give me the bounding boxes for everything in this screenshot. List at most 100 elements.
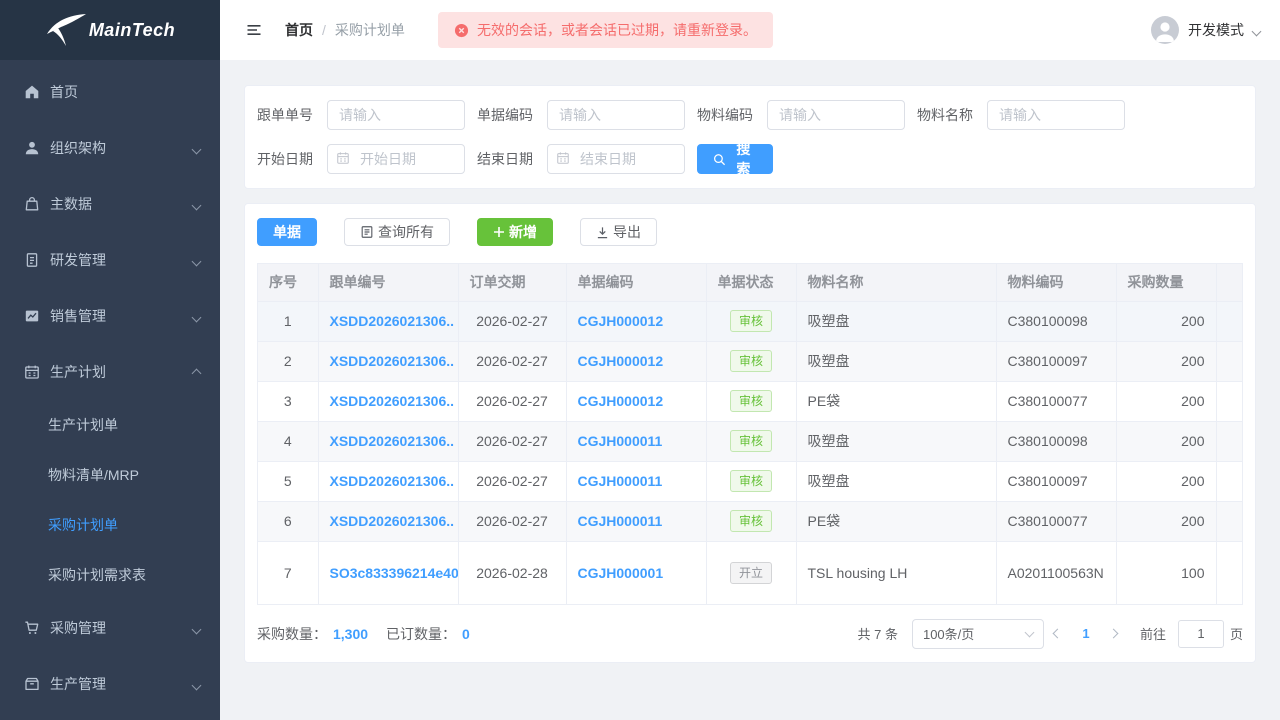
query-all-button[interactable]: 查询所有 <box>344 218 450 246</box>
doc-no-link[interactable]: CGJH000011 <box>578 473 663 489</box>
toast-message: 无效的会话，或者会话已过期，请重新登录。 <box>477 22 757 38</box>
add-button[interactable]: 新增 <box>477 218 553 246</box>
cell-material-code: C380100098 <box>996 421 1117 462</box>
doc-no-link[interactable]: CGJH000011 <box>578 433 663 449</box>
cell-seq: 2 <box>258 341 319 382</box>
cell-delivery-date: 2026-02-27 <box>458 421 567 462</box>
purchase-plan-panel: 单据 查询所有 新增 导出 序号 跟单编号 订单交期 单据编码 单据状态 物料名… <box>244 203 1256 663</box>
field-label: 开始日期 <box>257 151 313 167</box>
sidebar-item-organization[interactable]: 组织架构 <box>0 120 220 176</box>
sidebar-item-label: 生产计划 <box>50 364 106 380</box>
sidebar-subitem-label: 采购计划需求表 <box>48 567 146 583</box>
doc-no-link[interactable]: CGJH000012 <box>578 393 664 409</box>
chevron-down-icon <box>191 308 202 324</box>
order-no-link[interactable]: SO3c833396214e40 <box>330 565 458 581</box>
chevron-up-icon <box>191 364 202 380</box>
sidebar-item-label: 组织架构 <box>50 140 106 156</box>
next-page-button[interactable] <box>1100 628 1128 639</box>
doc-no-link[interactable]: CGJH000012 <box>578 313 664 329</box>
purchase-qty-label: 采购数量： <box>257 625 327 642</box>
order-no-input[interactable] <box>327 100 465 130</box>
data-table: 序号 跟单编号 订单交期 单据编码 单据状态 物料名称 物料编码 采购数量 1 … <box>257 263 1243 605</box>
sidebar-item-master-data[interactable]: 主数据 <box>0 176 220 232</box>
order-no-link[interactable]: XSDD2026021306.. <box>330 353 455 369</box>
order-no-link[interactable]: XSDD2026021306.. <box>330 393 455 409</box>
cell-extra <box>1216 501 1242 542</box>
sidebar-item-purchase-management[interactable]: 采购管理 <box>0 600 220 656</box>
table-row[interactable]: 4 XSDD2026021306.. 2026-02-27 CGJH000011… <box>258 421 1242 462</box>
user-mode-label: 开发模式 <box>1188 22 1244 38</box>
table-row[interactable]: 6 XSDD2026021306.. 2026-02-27 CGJH000011… <box>258 501 1242 542</box>
sidebar-item-production-management[interactable]: 生产管理 <box>0 656 220 712</box>
table-row[interactable]: 5 XSDD2026021306.. 2026-02-27 CGJH000011… <box>258 461 1242 502</box>
order-no-link[interactable]: XSDD2026021306.. <box>330 513 455 529</box>
search-button-label: 搜索 <box>736 141 751 177</box>
table-row[interactable]: 7 SO3c833396214e40 2026-02-28 CGJH000001… <box>258 541 1242 605</box>
prev-page-button[interactable] <box>1044 628 1072 639</box>
cell-material-code: C380100097 <box>996 341 1117 382</box>
cell-material-code: C380100097 <box>996 461 1117 502</box>
col-order-no: 跟单编号 <box>318 264 459 302</box>
doc-no-link[interactable]: CGJH000012 <box>578 353 664 369</box>
start-date-input[interactable] <box>327 144 465 174</box>
material-name-input[interactable] <box>987 100 1125 130</box>
col-delivery-date: 订单交期 <box>458 264 567 302</box>
pagination: 共 7 条 100条/页 1 前往 页 <box>858 618 1243 649</box>
doc-button[interactable]: 单据 <box>257 218 317 246</box>
col-material-code: 物料编码 <box>996 264 1117 302</box>
chevron-down-icon <box>1251 22 1262 38</box>
field-label: 物料编码 <box>697 107 753 123</box>
table-row[interactable]: 3 XSDD2026021306.. 2026-02-27 CGJH000012… <box>258 381 1242 422</box>
table-header-row: 序号 跟单编号 订单交期 单据编码 单据状态 物料名称 物料编码 采购数量 <box>258 264 1242 302</box>
user-menu[interactable]: 开发模式 <box>1151 16 1262 44</box>
purchase-qty-value: 1,300 <box>333 625 369 642</box>
table-row[interactable]: 1 XSDD2026021306.. 2026-02-27 CGJH000012… <box>258 301 1242 342</box>
cell-delivery-date: 2026-02-27 <box>458 301 567 342</box>
collapse-menu-icon[interactable] <box>245 21 263 39</box>
order-no-link[interactable]: XSDD2026021306.. <box>330 473 455 489</box>
sidebar-item-production-plan[interactable]: 生产计划 <box>0 344 220 400</box>
cell-extra <box>1216 341 1242 382</box>
cell-qty: 200 <box>1116 461 1217 502</box>
page-content: 跟单单号 单据编码 物料编码 物料名称 <box>220 60 1280 720</box>
field-label: 跟单单号 <box>257 107 313 123</box>
sidebar-item-label: 采购管理 <box>50 620 106 636</box>
status-badge: 审核 <box>729 310 772 332</box>
sidebar-subitem-bom-mrp[interactable]: 物料清单/MRP <box>0 450 220 500</box>
sidebar-subitem-purchase-plan-demand[interactable]: 采购计划需求表 <box>0 550 220 600</box>
doc-no-link[interactable]: CGJH000001 <box>578 565 664 581</box>
col-status: 单据状态 <box>706 264 797 302</box>
end-date-input[interactable] <box>547 144 685 174</box>
table-row[interactable]: 2 XSDD2026021306.. 2026-02-27 CGJH000012… <box>258 341 1242 382</box>
material-code-input[interactable] <box>767 100 905 130</box>
cell-delivery-date: 2026-02-27 <box>458 501 567 542</box>
page-size-select[interactable]: 100条/页 <box>911 618 1044 649</box>
sidebar-item-sales-management[interactable]: 销售管理 <box>0 288 220 344</box>
breadcrumb-home[interactable]: 首页 <box>285 20 313 40</box>
current-page[interactable]: 1 <box>1072 626 1100 641</box>
bag-icon <box>24 196 40 212</box>
sidebar-item-home[interactable]: 首页 <box>0 64 220 120</box>
cell-seq: 4 <box>258 421 319 462</box>
page-unit-label: 页 <box>1229 627 1243 642</box>
search-button[interactable]: 搜索 <box>697 141 773 177</box>
ordered-qty-value: 0 <box>462 625 470 642</box>
sidebar-item-label: 主数据 <box>50 196 92 212</box>
export-button[interactable]: 导出 <box>580 218 657 246</box>
document-icon <box>24 252 40 268</box>
cell-delivery-date: 2026-02-28 <box>458 541 567 605</box>
doc-no-link[interactable]: CGJH000011 <box>578 513 663 529</box>
brand-logo: MainTech <box>0 0 220 60</box>
doc-code-input[interactable] <box>547 100 685 130</box>
sidebar-subitem-production-plan-doc[interactable]: 生产计划单 <box>0 400 220 450</box>
chevron-down-icon <box>191 252 202 268</box>
box-icon <box>24 676 40 692</box>
breadcrumb-current: 采购计划单 <box>334 22 405 38</box>
order-no-link[interactable]: XSDD2026021306.. <box>330 313 455 329</box>
goto-page-input[interactable] <box>1177 619 1224 648</box>
sidebar-subitem-purchase-plan-doc[interactable]: 采购计划单 <box>0 500 220 550</box>
error-circle-icon <box>454 23 469 37</box>
order-no-link[interactable]: XSDD2026021306.. <box>330 433 455 449</box>
sidebar-subitem-label: 物料清单/MRP <box>48 467 139 483</box>
sidebar-item-rd-management[interactable]: 研发管理 <box>0 232 220 288</box>
